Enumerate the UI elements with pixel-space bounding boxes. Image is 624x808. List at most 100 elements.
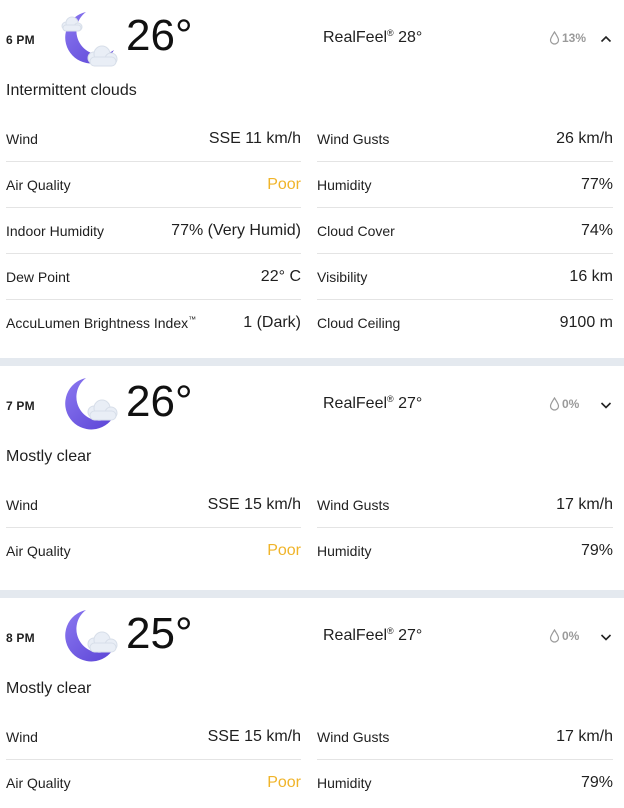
detail-value: 79% [580, 541, 613, 559]
realfeel: RealFeel® 27° [323, 626, 423, 645]
temperature: 26° [126, 377, 193, 426]
detail-value: 17 km/h [556, 495, 613, 513]
realfeel-value: 27° [393, 627, 423, 644]
detail-label: Indoor Humidity [6, 222, 105, 239]
detail-label: Visibility [317, 268, 368, 285]
detail-value: 1 (Dark) [243, 313, 301, 331]
chevron-down-icon[interactable] [600, 632, 612, 642]
details-right: Wind Gusts 26 km/h Humidity 77% Cloud Co… [317, 116, 613, 345]
detail-label: AccuLumen Brightness Index™ [6, 315, 196, 331]
detail-row-wind-gusts: Wind Gusts 17 km/h [317, 714, 613, 760]
detail-label: Wind Gusts [317, 728, 390, 745]
precipitation: 13% [549, 31, 586, 45]
precipitation-value: 0% [562, 629, 580, 643]
hourly-card-header[interactable]: 6 PM 26° RealFeel® 28° 13% [0, 0, 624, 76]
details-right: Wind Gusts 17 km/h Humidity 79% [317, 482, 613, 573]
hourly-card-7pm[interactable]: 7 PM 26° RealFeel® 27° 0% Mostly clear W… [0, 366, 624, 590]
precipitation: 0% [549, 629, 579, 643]
hourly-card-header[interactable]: 8 PM 25° RealFeel® 27° 0% [0, 598, 624, 674]
precipitation-value: 13% [562, 31, 587, 45]
precipitation: 0% [549, 397, 579, 411]
detail-value: 77% (Very Humid) [171, 221, 301, 239]
detail-label: Dew Point [6, 268, 70, 285]
details-left: Wind SSE 15 km/h Air Quality Poor [6, 482, 301, 573]
air-quality-value[interactable]: Poor [267, 774, 301, 792]
detail-value: 79% [580, 773, 613, 791]
detail-value: SSE 11 km/h [208, 129, 301, 147]
realfeel: RealFeel® 28° [323, 28, 423, 47]
temperature: 25° [126, 609, 193, 658]
detail-label: Wind [6, 130, 38, 147]
raindrop-icon [549, 397, 560, 411]
detail-row-humidity: Humidity 79% [317, 528, 613, 573]
weather-phrase: Mostly clear [6, 448, 92, 465]
detail-value: 26 km/h [556, 129, 613, 147]
detail-row-humidity: Humidity 77% [317, 162, 613, 208]
detail-row-humidity: Humidity 79% [317, 760, 613, 805]
realfeel-mark: ® [387, 28, 394, 38]
detail-label: Wind [6, 496, 38, 513]
moon-cloud-icon [65, 610, 118, 662]
detail-row-air-quality: Air Quality Poor [6, 760, 301, 805]
weather-phrase: Intermittent clouds [6, 82, 137, 99]
detail-row-wind: Wind SSE 15 km/h [6, 482, 301, 528]
card-separator [0, 358, 624, 366]
detail-label: Wind Gusts [317, 130, 390, 147]
temperature: 26° [126, 11, 193, 60]
detail-label: Humidity [317, 542, 372, 559]
card-separator [0, 590, 624, 598]
realfeel-label: RealFeel [323, 627, 388, 644]
details-left: Wind SSE 15 km/h Air Quality Poor [6, 714, 301, 805]
detail-row-visibility: Visibility 16 km [317, 254, 613, 300]
trademark-mark: ™ [188, 314, 197, 324]
hourly-card-8pm[interactable]: 8 PM 25° RealFeel® 27° 0% Mostly clear W… [0, 598, 624, 808]
detail-label: Wind [6, 728, 38, 745]
detail-row-wind: Wind SSE 15 km/h [6, 714, 301, 760]
detail-row-cloud-cover: Cloud Cover 74% [317, 208, 613, 254]
detail-label: Humidity [317, 176, 372, 193]
chevron-down-icon[interactable] [600, 400, 612, 410]
detail-value: 17 km/h [556, 727, 613, 745]
hourly-card-6pm[interactable]: 6 PM 26° RealFeel® 28° 13% Intermittent … [0, 0, 624, 358]
precipitation-value: 0% [562, 397, 580, 411]
hourly-card-header[interactable]: 7 PM 26° RealFeel® 27° 0% [0, 366, 624, 442]
chevron-up-icon[interactable] [600, 34, 612, 44]
detail-value: 22° C [260, 267, 301, 285]
realfeel-label: RealFeel [323, 29, 388, 46]
detail-row-dew-point: Dew Point 22° C [6, 254, 301, 300]
detail-row-indoor-humidity: Indoor Humidity 77% (Very Humid) [6, 208, 301, 254]
hour-time: 6 PM [6, 33, 35, 47]
realfeel-mark: ® [387, 626, 394, 636]
detail-value: 9100 m [559, 313, 613, 331]
raindrop-icon [549, 629, 560, 643]
detail-label: Air Quality [6, 176, 71, 193]
detail-row-wind-gusts: Wind Gusts 26 km/h [317, 116, 613, 162]
hour-time: 7 PM [6, 399, 35, 413]
raindrop-icon [549, 31, 560, 45]
detail-row-air-quality: Air Quality Poor [6, 528, 301, 573]
detail-label: Wind Gusts [317, 496, 390, 513]
detail-label: Cloud Cover [317, 222, 395, 239]
detail-value: SSE 15 km/h [207, 495, 301, 513]
detail-label: Cloud Ceiling [317, 314, 401, 331]
realfeel-value: 27° [393, 395, 423, 412]
air-quality-value[interactable]: Poor [267, 176, 301, 194]
detail-value: SSE 15 km/h [207, 727, 301, 745]
detail-value: 74% [580, 221, 613, 239]
detail-row-air-quality: Air Quality Poor [6, 162, 301, 208]
detail-label: Air Quality [6, 542, 71, 559]
detail-label: Air Quality [6, 774, 71, 791]
detail-value: 77% [580, 175, 613, 193]
details-left: Wind SSE 11 km/h Air Quality Poor Indoor… [6, 116, 301, 345]
moon-cloud-icon [61, 12, 118, 67]
detail-label: Humidity [317, 774, 372, 791]
realfeel-mark: ® [387, 394, 394, 404]
detail-row-cloud-ceiling: Cloud Ceiling 9100 m [317, 300, 613, 345]
detail-row-wind: Wind SSE 11 km/h [6, 116, 301, 162]
detail-value: 16 km [569, 267, 613, 285]
air-quality-value[interactable]: Poor [267, 542, 301, 560]
detail-label-text: AccuLumen Brightness Index [6, 314, 189, 331]
realfeel-value: 28° [393, 29, 423, 46]
details-right: Wind Gusts 17 km/h Humidity 79% [317, 714, 613, 805]
moon-cloud-icon [65, 378, 118, 430]
